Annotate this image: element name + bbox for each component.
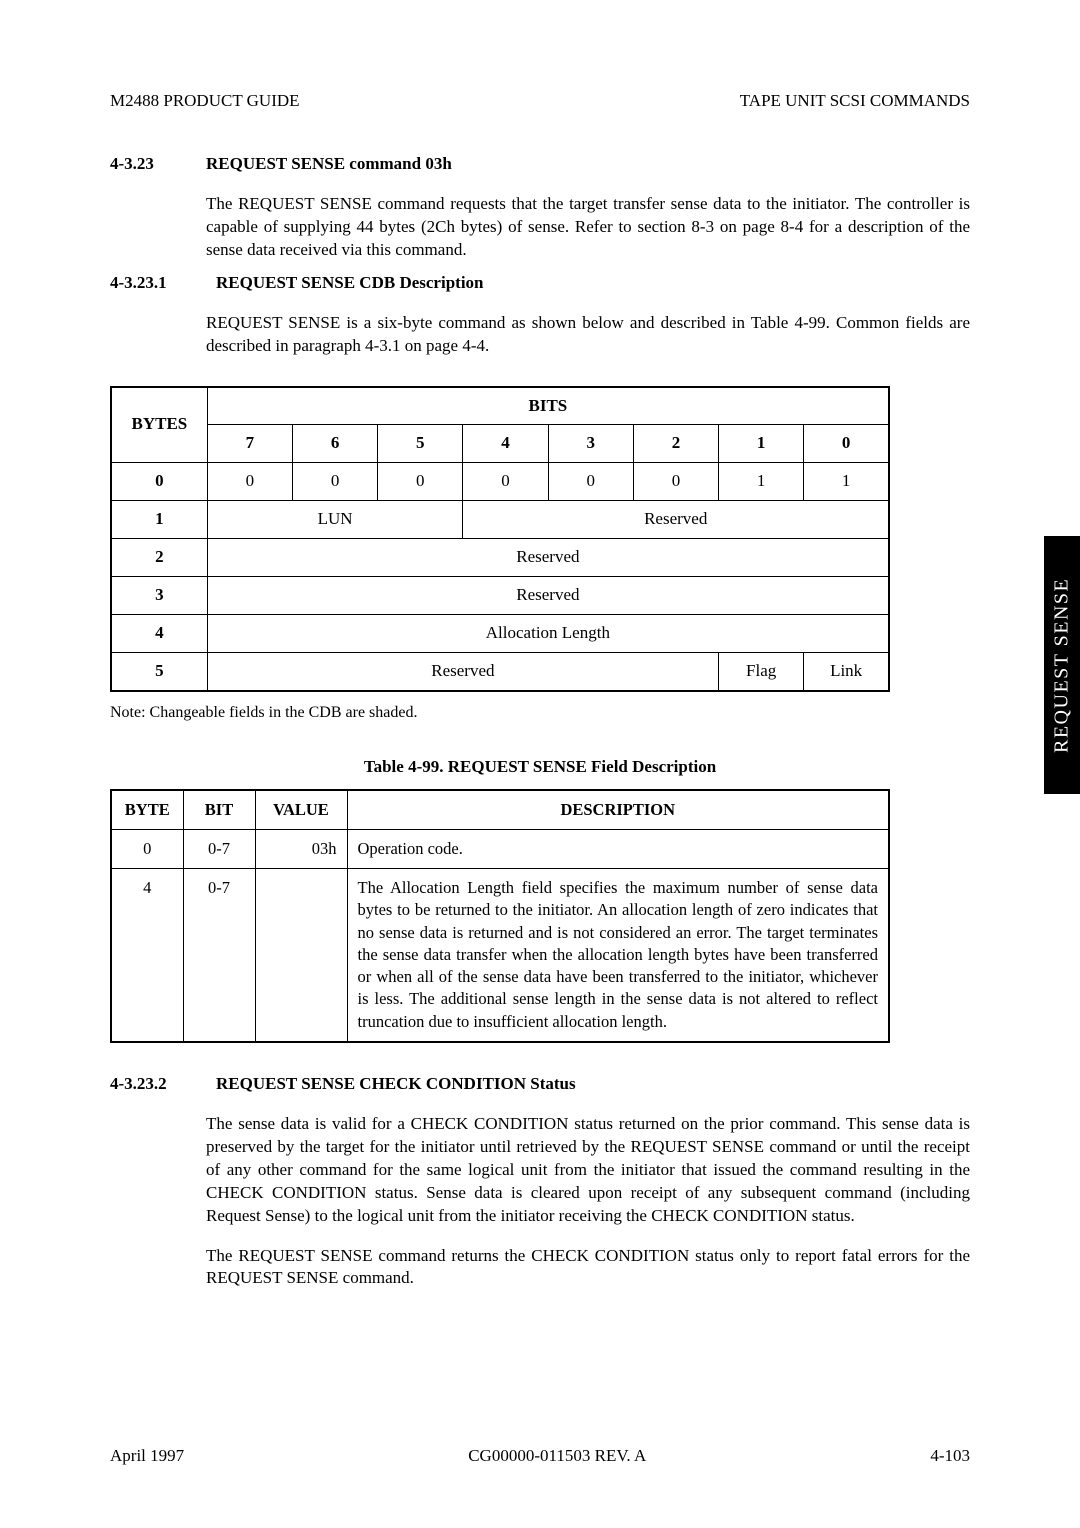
section-number: 4-3.23.1 xyxy=(110,272,188,295)
byte-row-5: 5 xyxy=(111,653,207,691)
section-heading-4-3-23-2: 4-3.23.2 REQUEST SENSE CHECK CONDITION S… xyxy=(110,1073,970,1096)
bits-header: BITS xyxy=(207,387,889,425)
header-left: M2488 PRODUCT GUIDE xyxy=(110,90,300,113)
cdb-flag-cell: Flag xyxy=(719,653,804,691)
bytes-header: BYTES xyxy=(111,387,207,463)
desc-header-byte: BYTE xyxy=(111,790,183,830)
bit-col-3: 3 xyxy=(548,425,633,463)
cdb-lun-cell: LUN xyxy=(207,501,463,539)
footer-pagenum: 4-103 xyxy=(930,1445,970,1468)
cdb-cell: 0 xyxy=(292,463,377,501)
desc-bit-cell: 0-7 xyxy=(183,829,255,868)
cdb-link-cell: Link xyxy=(804,653,889,691)
cdb-reserved-cell: Reserved xyxy=(207,577,889,615)
byte-row-0: 0 xyxy=(111,463,207,501)
bit-col-0: 0 xyxy=(804,425,889,463)
cdb-table: BYTES BITS 7 6 5 4 3 2 1 0 0 0 0 0 0 0 0… xyxy=(110,386,890,693)
cdb-cell: 0 xyxy=(378,463,463,501)
desc-header-value: VALUE xyxy=(255,790,347,830)
section-number: 4-3.23 xyxy=(110,153,178,176)
cdb-reserved-cell: Reserved xyxy=(207,539,889,577)
cdb-cell: 0 xyxy=(548,463,633,501)
cdb-cell: 1 xyxy=(804,463,889,501)
cdb-reserved-cell: Reserved xyxy=(463,501,889,539)
bit-col-4: 4 xyxy=(463,425,548,463)
section-title: REQUEST SENSE command 03h xyxy=(206,153,452,176)
desc-value-cell: 03h xyxy=(255,829,347,868)
section-heading-4-3-23-1: 4-3.23.1 REQUEST SENSE CDB Description xyxy=(110,272,970,295)
section-4-3-23-1-paragraph: REQUEST SENSE is a six-byte command as s… xyxy=(206,312,970,358)
running-header: M2488 PRODUCT GUIDE TAPE UNIT SCSI COMMA… xyxy=(110,90,970,113)
bit-col-2: 2 xyxy=(633,425,718,463)
footer-docnum: CG00000-011503 REV. A xyxy=(468,1445,646,1468)
bit-col-7: 7 xyxy=(207,425,292,463)
byte-row-1: 1 xyxy=(111,501,207,539)
page-footer: April 1997 CG00000-011503 REV. A 4-103 xyxy=(110,1445,970,1468)
desc-byte-cell: 0 xyxy=(111,829,183,868)
cdb-cell: 1 xyxy=(719,463,804,501)
section-4-3-23-2-paragraph-1: The sense data is valid for a CHECK COND… xyxy=(206,1113,970,1228)
section-number: 4-3.23.2 xyxy=(110,1073,188,1096)
desc-bit-cell: 0-7 xyxy=(183,869,255,1042)
cdb-cell: 0 xyxy=(207,463,292,501)
section-title: REQUEST SENSE CDB Description xyxy=(216,272,484,295)
bit-col-1: 1 xyxy=(719,425,804,463)
footer-date: April 1997 xyxy=(110,1445,184,1468)
byte-row-4: 4 xyxy=(111,615,207,653)
desc-description-cell: Operation code. xyxy=(347,829,889,868)
field-description-table: BYTE BIT VALUE DESCRIPTION 0 0-7 03h Ope… xyxy=(110,789,890,1043)
side-tab: REQUEST SENSE xyxy=(1044,536,1080,794)
byte-row-2: 2 xyxy=(111,539,207,577)
byte-row-3: 3 xyxy=(111,577,207,615)
section-4-3-23-2-paragraph-2: The REQUEST SENSE command returns the CH… xyxy=(206,1245,970,1291)
section-4-3-23-paragraph: The REQUEST SENSE command requests that … xyxy=(206,193,970,262)
cdb-cell: 0 xyxy=(463,463,548,501)
desc-description-cell: The Allocation Length field specifies th… xyxy=(347,869,889,1042)
cdb-reserved-cell: Reserved xyxy=(207,653,718,691)
section-title: REQUEST SENSE CHECK CONDITION Status xyxy=(216,1073,576,1096)
cdb-note: Note: Changeable fields in the CDB are s… xyxy=(110,702,970,724)
cdb-allocation-length-cell: Allocation Length xyxy=(207,615,889,653)
bit-col-6: 6 xyxy=(292,425,377,463)
table-4-99-caption: Table 4-99. REQUEST SENSE Field Descript… xyxy=(110,756,970,779)
desc-byte-cell: 4 xyxy=(111,869,183,1042)
desc-value-cell xyxy=(255,869,347,1042)
cdb-cell: 0 xyxy=(633,463,718,501)
desc-header-description: DESCRIPTION xyxy=(347,790,889,830)
bit-col-5: 5 xyxy=(378,425,463,463)
desc-header-bit: BIT xyxy=(183,790,255,830)
header-right: TAPE UNIT SCSI COMMANDS xyxy=(740,90,970,113)
section-heading-4-3-23: 4-3.23 REQUEST SENSE command 03h xyxy=(110,153,970,176)
